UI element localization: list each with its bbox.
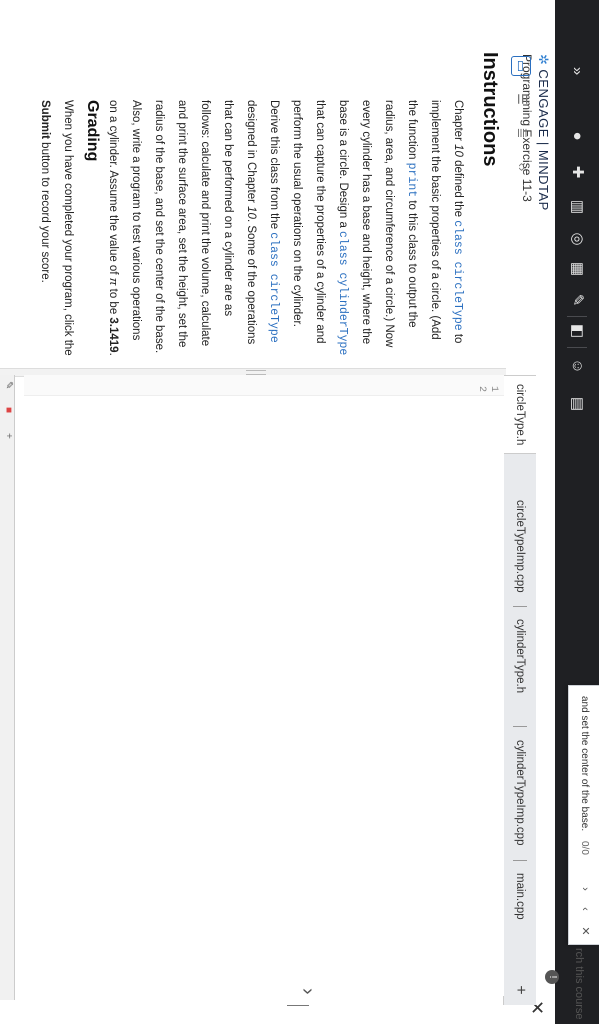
find-next-icon[interactable]: › <box>577 881 593 897</box>
divider-line <box>287 1005 309 1006</box>
book-icon[interactable]: ▭ <box>511 56 531 76</box>
expand-chevrons-icon[interactable]: » <box>566 60 588 82</box>
toolbar-divider <box>567 316 587 317</box>
code-snippet: print <box>405 162 418 198</box>
code-snippet: class circleType <box>451 220 464 331</box>
tab-circletype-h[interactable]: circleType.h <box>504 375 536 455</box>
instructions-text: Chapter 10 defined the class circleType … <box>107 100 464 356</box>
panel-toolbar: ▭ ☰ ≣ ‹› <box>506 48 539 368</box>
find-bar: and set the center of the base. 0/0 › ‹ … <box>568 685 599 945</box>
tab-divider <box>513 726 527 727</box>
reader-icon[interactable]: ▤ <box>566 393 588 415</box>
tab-circletypeimp-cpp[interactable]: circleTypeImp.cpp <box>504 492 536 601</box>
tab-cylindertypeimp-cpp[interactable]: cylinderTypeImp.cpp <box>504 732 536 853</box>
code-snippet: class cylinderType <box>336 231 349 356</box>
tab-divider <box>513 606 527 607</box>
translate-icon[interactable]: ✎ <box>566 289 588 311</box>
instructions-title: Instructions <box>479 52 501 167</box>
add-icon[interactable]: + <box>3 433 14 439</box>
info-icon[interactable]: ! <box>545 970 559 984</box>
tab-cylindertype-h[interactable]: cylinderType.h <box>504 611 536 701</box>
calendar-icon[interactable]: ▦ <box>566 258 588 280</box>
screenshot-icon[interactable]: ◧ <box>566 320 588 342</box>
line-number: 1 <box>488 385 499 392</box>
collapse-chevron-icon[interactable]: › <box>296 988 319 995</box>
find-close-icon[interactable]: ✕ <box>577 923 593 939</box>
edit-pencil-icon[interactable]: ✎ <box>3 381 14 389</box>
editor-footer: ✎ ■ + <box>0 375 15 1000</box>
file-tabs: circleType.h circleTypeImp.cpp cylinderT… <box>503 375 536 1005</box>
compass-icon[interactable]: ◎ <box>566 228 588 250</box>
line-gutter <box>24 375 504 396</box>
extension-icon[interactable]: ✚ <box>566 161 588 183</box>
code-editor[interactable] <box>24 375 504 996</box>
tab-main-cpp[interactable]: main.cpp <box>504 865 536 928</box>
toolbar-divider <box>567 347 587 348</box>
find-prev-icon[interactable]: ‹ <box>577 901 593 917</box>
library-icon[interactable]: ▥ <box>566 196 588 218</box>
record-dot-icon[interactable]: ● <box>566 125 588 147</box>
tab-divider <box>513 860 527 861</box>
search-course-input[interactable]: rch this course <box>573 948 585 1020</box>
grading-text: When you have completed your program, cl… <box>39 100 74 356</box>
code-icon[interactable]: ‹› <box>513 158 531 176</box>
profile-icon[interactable]: ☺ <box>566 355 588 377</box>
stop-icon[interactable]: ■ <box>3 407 14 413</box>
code-snippet: class circleType <box>267 232 280 343</box>
task-list-icon[interactable]: ☰ <box>513 90 531 108</box>
find-input[interactable]: and set the center of the base. <box>579 696 590 831</box>
find-count: 0/0 <box>579 841 590 855</box>
outline-icon[interactable]: ≣ <box>513 124 531 142</box>
add-file-button[interactable]: + <box>504 975 536 1005</box>
line-number: 2 <box>476 385 487 392</box>
grading-heading: Grading <box>84 100 101 162</box>
